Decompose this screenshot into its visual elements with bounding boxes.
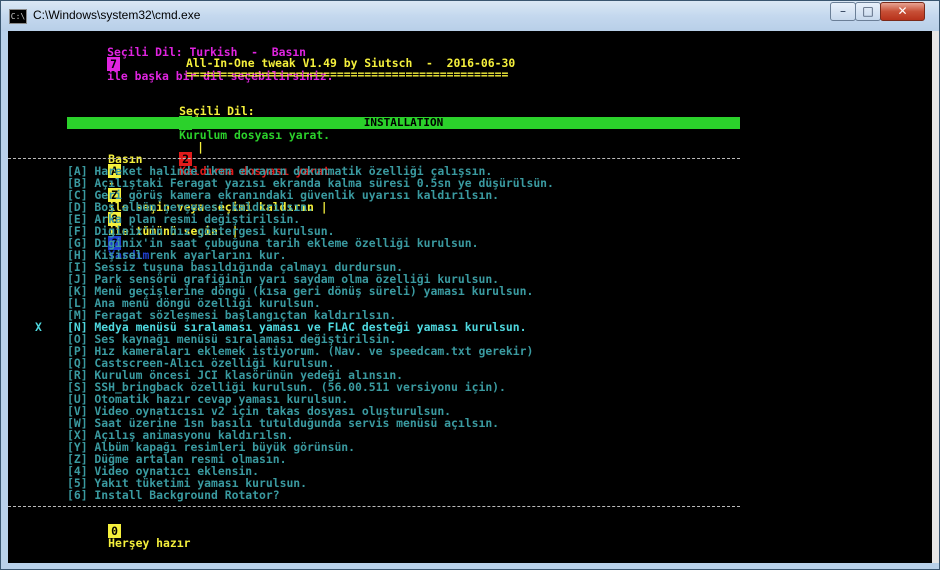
close-button[interactable]: ✕ — [880, 2, 925, 21]
window-title: C:\Windows\system32\cmd.exe — [33, 8, 201, 22]
title-bar[interactable]: C:\ C:\Windows\system32\cmd.exe – □ ✕ — [1, 1, 939, 31]
minimize-button[interactable]: – — [830, 2, 856, 21]
bottom-divider — [8, 506, 740, 508]
scrollbar[interactable] — [932, 31, 939, 563]
ready-label: Herşey hazır — [108, 536, 191, 550]
cmd-window: C:\ C:\Windows\system32\cmd.exe – □ ✕ Se… — [0, 0, 940, 570]
installation-banner: INSTALLATION — [67, 117, 740, 129]
console-area[interactable]: Seçili Dil: Turkish - Basın 7 ile başka … — [8, 31, 932, 563]
maximize-button[interactable]: □ — [855, 2, 881, 21]
instruction-line: Basın A - Z ile seçin veya seçimi kaldır… — [67, 141, 328, 261]
top-divider — [8, 158, 740, 160]
option-text: [6] Install Background Rotator? — [67, 488, 280, 502]
cmd-icon: C:\ — [9, 9, 27, 24]
title-underline: ========================================… — [186, 67, 509, 81]
language-line: Seçili Dil: Turkish - Basın 7 ile başka … — [66, 34, 333, 82]
mode-line: Seçili Dil: 1 Kurulum dosyası yarat. | 2… — [138, 93, 337, 177]
ready-line: 0 Herşey hazır — [67, 513, 190, 549]
selection-mark: X — [35, 320, 42, 334]
option-item[interactable]: [6] Install Background Rotator? — [8, 489, 280, 501]
